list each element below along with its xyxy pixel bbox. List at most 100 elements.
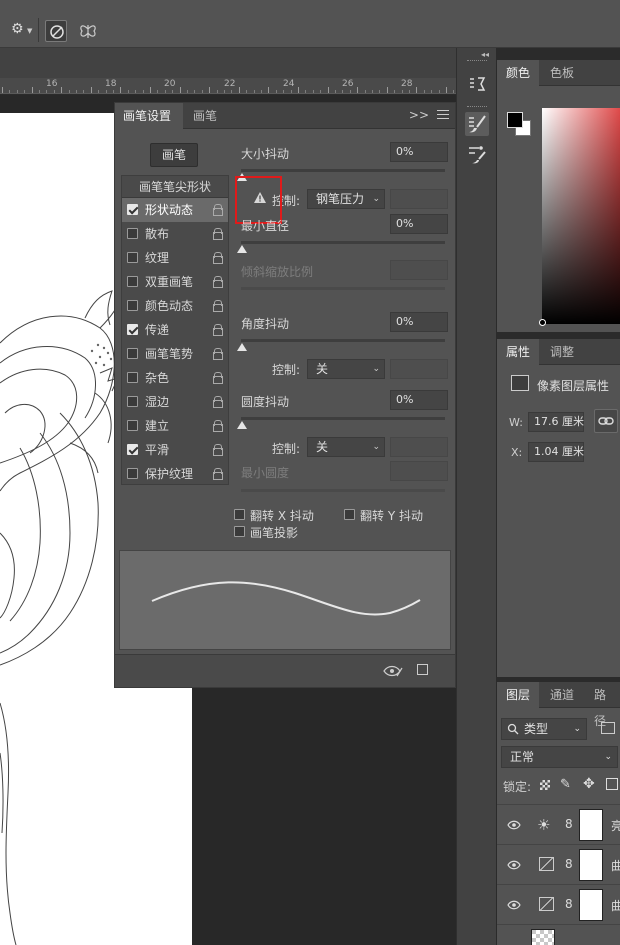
size-jitter-slider[interactable] (241, 169, 445, 172)
color-picker-cursor[interactable] (539, 319, 546, 326)
collapse-icon[interactable]: ◂◂ (481, 50, 489, 59)
brush-tip-shape-item[interactable]: 画笔笔尖形状 (122, 176, 228, 198)
lock-artboard-icon[interactable] (606, 778, 618, 790)
checkbox[interactable] (127, 228, 138, 239)
tab-properties[interactable]: 属性 (497, 339, 540, 365)
tab-swatches[interactable]: 色板 (541, 60, 583, 86)
visibility-icon[interactable] (507, 860, 521, 870)
checkbox[interactable] (127, 372, 138, 383)
checkbox[interactable] (127, 396, 138, 407)
brush-settings-icon[interactable] (465, 112, 489, 136)
brush-preset-icon[interactable] (465, 142, 489, 166)
slider-thumb[interactable] (237, 421, 247, 429)
lock-icon[interactable] (212, 420, 223, 432)
tab-layers[interactable]: 图层 (497, 682, 540, 708)
checkbox[interactable] (127, 348, 138, 359)
toggle-preview-icon[interactable] (383, 665, 403, 677)
flip-x-checkbox[interactable]: 翻转 X 抖动 (234, 507, 344, 523)
angle-control-select[interactable]: 关 ⌄ (307, 359, 385, 379)
gear-icon[interactable]: ⚙ (11, 22, 25, 36)
list-item-protect-texture[interactable]: 保护纹理 (122, 462, 228, 486)
layer-filter-select[interactable]: 类型 ⌄ (501, 718, 587, 740)
list-item-color-dynamics[interactable]: 颜色动态 (122, 294, 228, 318)
checkbox[interactable] (127, 444, 138, 455)
tab-channels[interactable]: 通道 (541, 682, 583, 708)
visibility-icon[interactable] (507, 820, 521, 830)
lock-icon[interactable] (212, 204, 223, 216)
roundness-control-select[interactable]: 关 ⌄ (307, 437, 385, 457)
list-item-build-up[interactable]: 建立 (122, 414, 228, 438)
angle-jitter-input[interactable]: 0% (390, 312, 448, 332)
lock-icon[interactable] (212, 372, 223, 384)
history-icon[interactable] (465, 72, 489, 96)
size-control-select[interactable]: 钢笔压力 ⌄ (307, 189, 385, 209)
checkbox[interactable] (234, 509, 245, 520)
min-diameter-input[interactable]: 0% (390, 214, 448, 234)
slider-thumb[interactable] (237, 245, 247, 253)
x-input[interactable]: 1.04 厘米 (528, 442, 584, 462)
checkbox[interactable] (127, 252, 138, 263)
drag-grip[interactable] (467, 106, 487, 108)
lock-icon[interactable] (212, 396, 223, 408)
lock-icon[interactable] (212, 468, 223, 480)
min-diameter-slider[interactable] (241, 241, 445, 244)
drag-grip[interactable] (467, 60, 487, 62)
list-item-transfer[interactable]: 传递 (122, 318, 228, 342)
checkbox[interactable] (127, 204, 138, 215)
symmetry-butterfly-icon[interactable] (78, 21, 98, 44)
list-item-smoothing[interactable]: 平滑 (122, 438, 228, 462)
lock-transparent-icon[interactable] (540, 780, 550, 790)
lock-icon[interactable] (212, 444, 223, 456)
flip-y-checkbox[interactable]: 翻转 Y 抖动 (344, 507, 454, 523)
lock-icon[interactable] (212, 324, 223, 336)
layer-row[interactable]: ☀ 8 亮 (497, 804, 620, 844)
blend-mode-select[interactable]: 正常 ⌄ (501, 746, 618, 768)
list-item-noise[interactable]: 杂色 (122, 366, 228, 390)
tab-color[interactable]: 颜色 (497, 60, 540, 86)
checkbox[interactable] (344, 509, 355, 520)
lock-icon[interactable] (212, 228, 223, 240)
panel-menu-icon[interactable] (437, 110, 449, 122)
list-item-wet-edges[interactable]: 湿边 (122, 390, 228, 414)
chevron-down-icon[interactable]: ▼ (27, 27, 32, 35)
layer-row[interactable] (497, 924, 620, 945)
lock-icon[interactable] (212, 252, 223, 264)
create-new-brush-icon[interactable] (417, 664, 428, 675)
slider-thumb[interactable] (237, 343, 247, 351)
checkbox[interactable] (127, 420, 138, 431)
tab-brush-settings[interactable]: 画笔设置 (115, 103, 183, 129)
width-input[interactable]: 17.6 厘米 (528, 412, 584, 432)
list-item-dual-brush[interactable]: 双重画笔 (122, 270, 228, 294)
lock-brush-icon[interactable]: ✎ (560, 777, 571, 792)
list-item-brush-pose[interactable]: 画笔笔势 (122, 342, 228, 366)
list-item-texture[interactable]: 纹理 (122, 246, 228, 270)
checkbox[interactable] (127, 276, 138, 287)
roundness-jitter-slider[interactable] (241, 417, 445, 420)
lock-icon[interactable] (212, 276, 223, 288)
roundness-jitter-input[interactable]: 0% (390, 390, 448, 410)
layer-row[interactable]: 8 曲 (497, 884, 620, 924)
tab-adjustments[interactable]: 调整 (541, 339, 583, 365)
checkbox[interactable] (234, 526, 245, 537)
list-item-scattering[interactable]: 散布 (122, 222, 228, 246)
size-jitter-input[interactable]: 0% (390, 142, 448, 162)
foreground-color-swatch[interactable] (507, 112, 523, 128)
image-filter-icon[interactable] (601, 722, 615, 734)
tab-brushes[interactable]: 画笔 (185, 103, 225, 129)
list-item-shape-dynamics[interactable]: 形状动态 (122, 198, 228, 222)
layer-row[interactable]: 8 曲 (497, 844, 620, 884)
checkbox[interactable] (127, 468, 138, 479)
brushes-button[interactable]: 画笔 (150, 143, 198, 167)
pressure-size-button[interactable] (45, 20, 67, 42)
brush-projection-checkbox[interactable]: 画笔投影 (234, 524, 344, 540)
checkbox[interactable] (127, 324, 138, 335)
lock-icon[interactable] (212, 300, 223, 312)
color-picker-field[interactable] (542, 108, 620, 324)
tab-paths[interactable]: 路径 (585, 682, 620, 728)
visibility-icon[interactable] (507, 900, 521, 910)
lock-icon[interactable] (212, 348, 223, 360)
link-icon[interactable] (594, 409, 618, 433)
lock-move-icon[interactable]: ✥ (583, 776, 595, 792)
collapse-icon[interactable]: >> (409, 108, 429, 122)
checkbox[interactable] (127, 300, 138, 311)
